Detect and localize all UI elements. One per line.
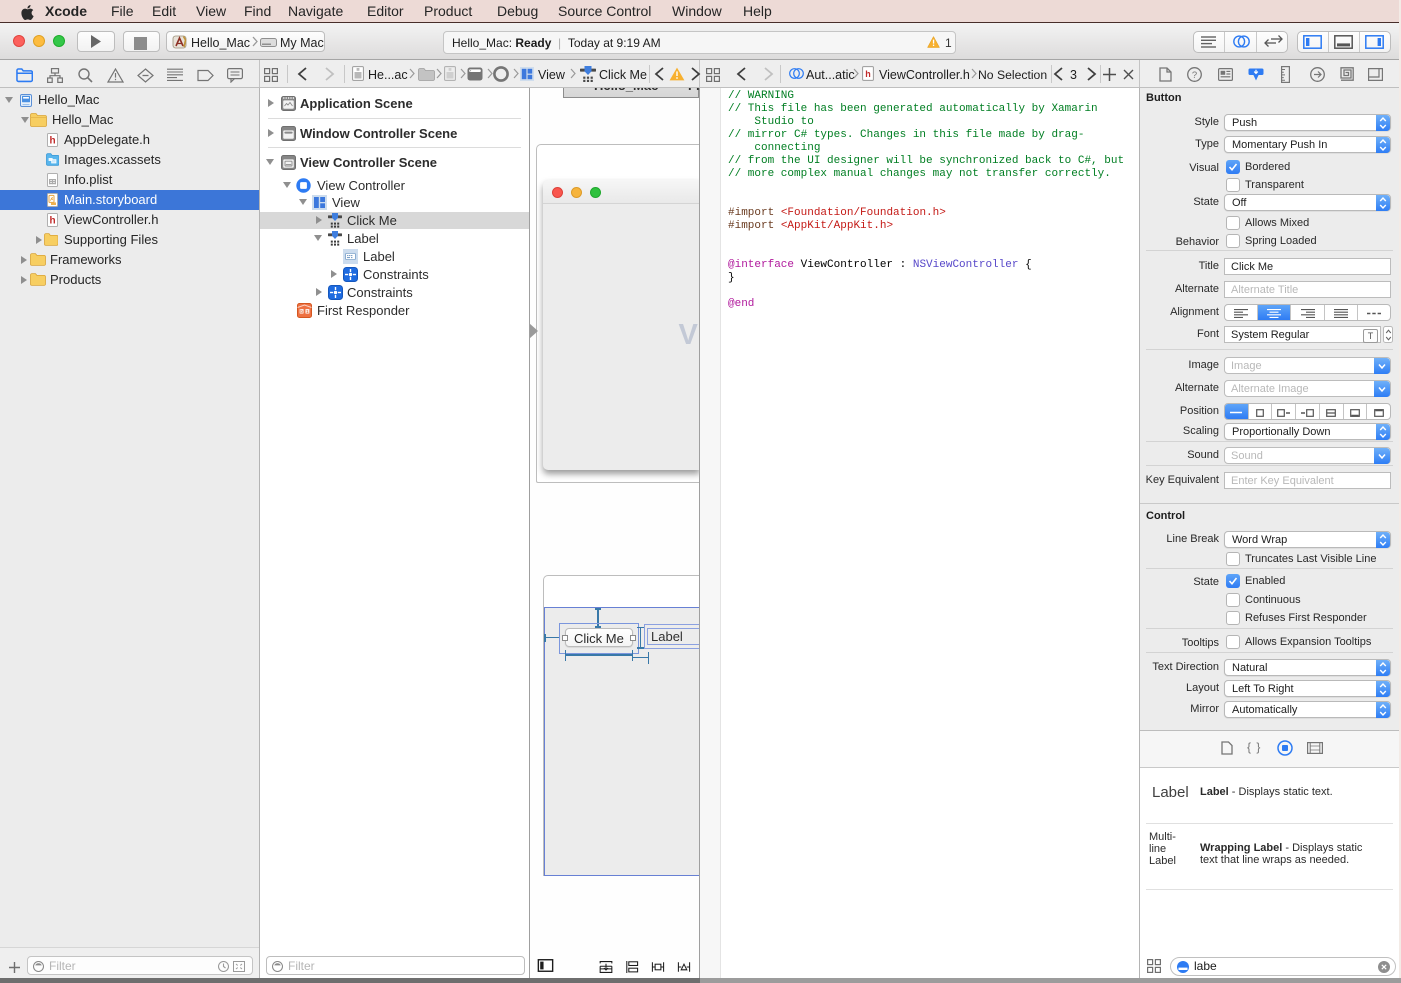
svg-text:h: h: [865, 69, 871, 79]
svg-text:?: ?: [1192, 70, 1197, 81]
